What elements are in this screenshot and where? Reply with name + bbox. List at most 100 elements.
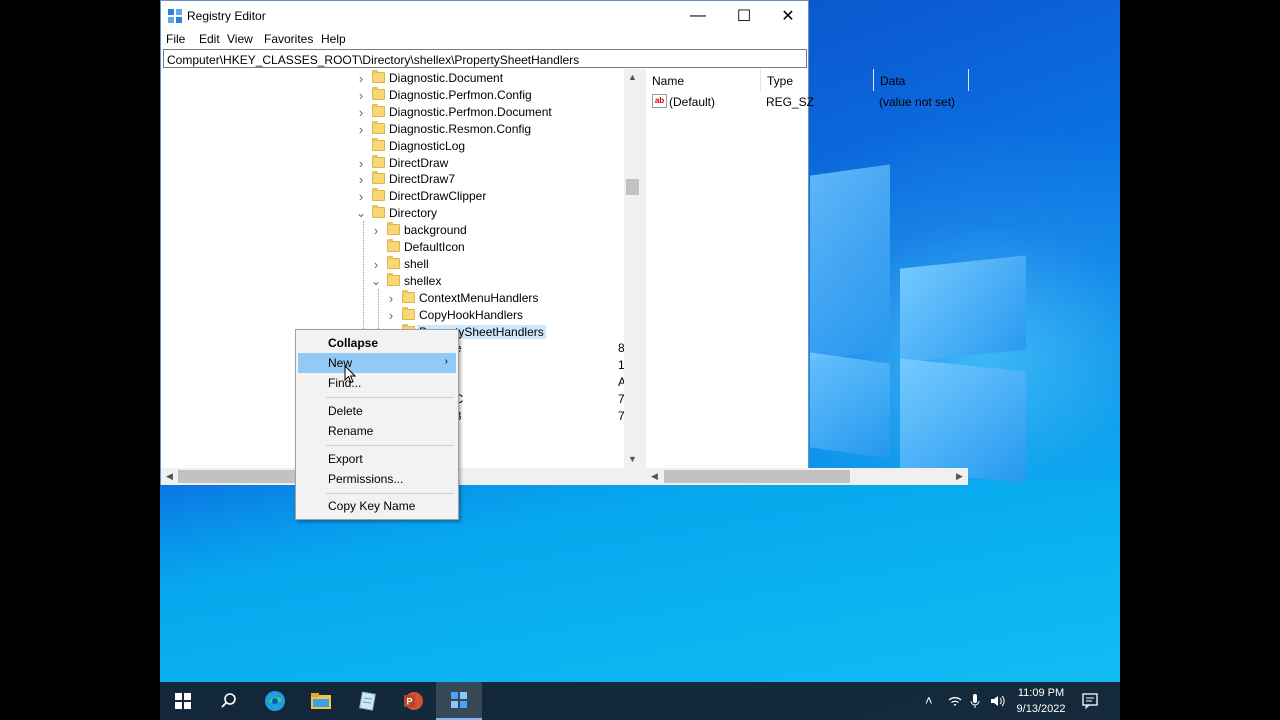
folder-icon	[372, 103, 385, 117]
folder-icon	[372, 120, 385, 134]
expand-arrow-icon[interactable]: ›	[356, 104, 366, 121]
maximize-button[interactable]: ☐	[722, 1, 766, 31]
expand-arrow-icon[interactable]: ›	[356, 87, 366, 104]
tree-item-label: shell	[404, 256, 429, 271]
tree-item[interactable]: › background	[161, 222, 624, 239]
menu-separator	[326, 445, 454, 446]
folder-icon	[402, 306, 415, 320]
submenu-arrow-icon: ›	[444, 356, 448, 367]
tree-item-label: Diagnostic.Document	[389, 71, 504, 85]
expand-arrow-icon[interactable]: ›	[356, 121, 366, 138]
tree-item-label: Diagnostic.Perfmon.Document	[389, 104, 552, 119]
search-icon[interactable]	[206, 682, 252, 720]
volume-icon[interactable]	[990, 694, 1006, 708]
expand-arrow-icon[interactable]: ›	[356, 155, 366, 172]
expand-arrow-icon[interactable]: ›	[386, 290, 396, 307]
powerpoint-icon[interactable]: P	[390, 682, 436, 720]
close-button[interactable]: ✕	[766, 1, 810, 31]
network-icon[interactable]	[948, 694, 962, 708]
tree-item[interactable]: › shell	[161, 255, 624, 273]
folder-icon	[372, 188, 385, 202]
tree-item-label: DirectDraw	[389, 155, 449, 170]
tree-item[interactable]: › Diagnostic.Resmon.Config	[161, 120, 624, 138]
menu-item-new[interactable]: New ›	[298, 353, 456, 373]
values-scroll-left-icon[interactable]: ◀	[646, 468, 663, 485]
tree-item[interactable]: › CopyHookHandlers	[161, 306, 624, 324]
tree-item[interactable]: › Diagnostic.Perfmon.Document	[161, 103, 624, 121]
value-name[interactable]: (Default)	[669, 95, 715, 109]
address-bar[interactable]: Computer\HKEY_CLASSES_ROOT\Directory\she…	[163, 49, 807, 68]
tree-scroll-thumb[interactable]	[626, 179, 639, 195]
column-header-name[interactable]: Name	[646, 69, 761, 91]
tree-item-label: CopyHookHandlers	[419, 307, 524, 322]
tree-item[interactable]: › DirectDrawClipper	[161, 188, 624, 205]
tree-item[interactable]: › DirectDraw7	[161, 171, 624, 188]
tree-item[interactable]: DiagnosticLog	[161, 137, 624, 155]
folder-icon	[372, 86, 385, 100]
collapse-arrow-icon[interactable]: ⌄	[371, 273, 381, 290]
edge-icon[interactable]	[252, 682, 298, 720]
tree-item[interactable]: DefaultIcon	[161, 239, 624, 256]
tree-vertical-scrollbar[interactable]: ▲ ▼	[624, 69, 641, 468]
regedit-icon[interactable]	[436, 682, 482, 720]
tree-item[interactable]: › Diagnostic.Document	[161, 70, 624, 87]
menu-item-find[interactable]: Find...	[298, 373, 456, 393]
tree-item-label: DiagnosticLog	[389, 138, 466, 153]
tree-item-label: Directory	[389, 206, 438, 221]
menu-item-permissions[interactable]: Permissions...	[298, 469, 456, 489]
svg-text:P: P	[407, 697, 413, 707]
values-horizontal-scrollbar[interactable]: ◀ ▶	[646, 468, 968, 485]
title-bar[interactable]: Registry Editor — ☐ ✕	[161, 1, 808, 31]
column-header-type[interactable]: Type	[761, 69, 874, 91]
scroll-up-icon[interactable]: ▲	[624, 69, 641, 86]
tree-item[interactable]: ⌄ shellex	[161, 272, 624, 290]
menu-item-collapse[interactable]: Collapse	[298, 333, 456, 353]
system-clock[interactable]: 11:09 PM 9/13/2022	[1010, 685, 1072, 717]
window-title: Registry Editor	[187, 9, 266, 23]
expand-arrow-icon[interactable]: ›	[356, 70, 366, 87]
menu-item-delete[interactable]: Delete	[298, 401, 456, 421]
menu-file[interactable]: File	[166, 32, 185, 46]
tree-item[interactable]: › Diagnostic.Perfmon.Config	[161, 86, 624, 104]
menu-help[interactable]: Help	[321, 32, 346, 46]
folder-icon	[387, 239, 400, 252]
microphone-icon[interactable]	[970, 693, 980, 709]
expand-arrow-icon[interactable]: ›	[356, 188, 366, 205]
tree-item[interactable]: › DirectDraw	[161, 154, 624, 172]
values-scroll-right-icon[interactable]: ▶	[951, 468, 968, 485]
menu-edit[interactable]: Edit	[199, 32, 220, 46]
folder-icon	[372, 205, 385, 219]
scroll-down-icon[interactable]: ▼	[624, 451, 641, 468]
collapse-arrow-icon[interactable]: ⌄	[356, 205, 366, 222]
values-list[interactable]: Name Type Data ab (Default) REG_SZ (valu…	[646, 69, 969, 485]
tree-item[interactable]: ⌄ Directory	[161, 205, 624, 222]
expand-arrow-icon[interactable]: ›	[356, 171, 366, 188]
folder-icon	[372, 154, 385, 168]
menu-bar: File Edit View Favorites Help	[161, 31, 808, 48]
expand-arrow-icon[interactable]: ›	[371, 222, 381, 239]
clock-date: 9/13/2022	[1016, 703, 1066, 715]
menu-item-export[interactable]: Export	[298, 449, 456, 469]
column-header-data[interactable]: Data	[874, 69, 969, 91]
taskbar: P ˄ 11:09 PM 9/13/2022	[160, 682, 1120, 720]
notifications-icon[interactable]	[1082, 693, 1098, 709]
minimize-button[interactable]: —	[676, 1, 720, 31]
values-hscroll-thumb[interactable]	[664, 470, 850, 483]
tree-item-label: background	[404, 223, 467, 238]
tree-item[interactable]: › ContextMenuHandlers	[161, 289, 624, 307]
scroll-left-icon[interactable]: ◀	[161, 468, 178, 485]
show-hidden-icons-icon[interactable]: ˄	[925, 693, 933, 708]
notepad-icon[interactable]	[344, 682, 390, 720]
menu-favorites[interactable]: Favorites	[264, 32, 313, 46]
menu-separator	[326, 493, 454, 494]
menu-view[interactable]: View	[227, 32, 253, 46]
folder-icon	[372, 137, 385, 151]
value-type: REG_SZ	[766, 95, 815, 109]
ab-string-icon: ab	[652, 94, 667, 108]
menu-item-rename[interactable]: Rename	[298, 421, 456, 441]
file-explorer-icon[interactable]	[298, 682, 344, 720]
expand-arrow-icon[interactable]: ›	[371, 256, 381, 273]
expand-arrow-icon[interactable]: ›	[386, 307, 396, 324]
menu-item-copy-key-name[interactable]: Copy Key Name	[298, 496, 456, 516]
start-icon[interactable]	[160, 682, 206, 720]
